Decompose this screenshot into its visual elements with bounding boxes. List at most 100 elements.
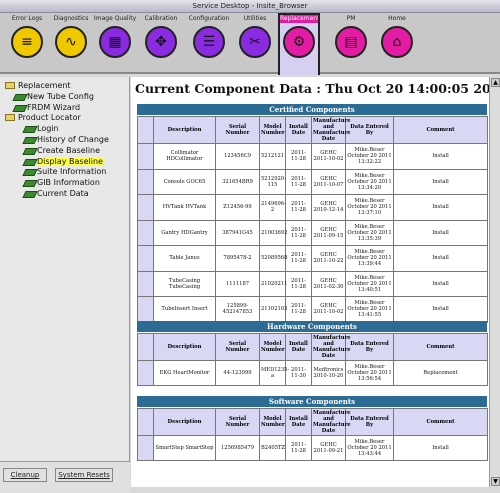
table-row[interactable]: Collimator HDCollimator 123456C9 5212121 20… <box>137 143 488 170</box>
column-header: Comment <box>393 408 488 436</box>
toolbar: Error Logs ≡ Diagnostics ∿ Image Quality ▦ Cal… <box>0 13 500 75</box>
table-cell: Table Janus <box>153 245 216 272</box>
tab-image-quality[interactable]: Image Quality ▦ <box>94 15 136 71</box>
row-spacer <box>137 435 154 461</box>
table-cell: Console GOC65 <box>153 168 216 195</box>
sidebar-item-label: History of Change <box>37 135 109 144</box>
sidebar-item-create-baseline[interactable]: Create Baseline <box>24 146 100 155</box>
table-row[interactable]: Gantry HDGantry 387941G45 21003692 2011-11-… <box>137 219 488 246</box>
table-row[interactable]: Table Janus 7895478-2 52089568 2011-11-28 GE… <box>137 245 488 272</box>
table-row[interactable]: SmartStep SmartStep 1256985479 B2405TZ 2011… <box>137 435 488 461</box>
table-cell: Mike.Beser October 20 2011 13:34:20 <box>345 168 394 195</box>
tab-diagnostics[interactable]: Diagnostics ∿ <box>50 15 92 71</box>
sidebar-item-gib-information[interactable]: GIB Information <box>24 178 100 187</box>
software-table: Description Serial Number Model Number Inst… <box>137 408 488 461</box>
sidebar-item-label: Suite Information <box>37 167 107 177</box>
tab-calibration[interactable]: Calibration ✥ <box>140 15 182 71</box>
scroll-down-icon[interactable]: ▼ <box>491 477 500 486</box>
sidebar-item-login[interactable]: Login <box>24 124 59 133</box>
tab-configuration[interactable]: Configuration ☰ <box>188 15 230 71</box>
sidebar-item-label: New Tube Config <box>27 91 94 101</box>
folder-icon <box>5 114 15 122</box>
table-cell: 21003692 <box>259 219 287 246</box>
certified-table: Description Serial Number Model Number Inst… <box>137 116 488 323</box>
table-cell: GEHC 2011-10-02 <box>311 143 346 170</box>
column-header: Description <box>153 333 216 361</box>
tab-label: Calibration <box>144 15 178 22</box>
column-header: Description <box>153 408 216 436</box>
table-cell: 52089568 <box>259 245 287 272</box>
table-cell: GEHC 2011-10-02 <box>311 296 346 323</box>
table-cell: 21020211 <box>259 270 287 297</box>
table-cell: GEHC 2011-10-22 <box>311 245 346 272</box>
table-row[interactable]: HVTank HVTank Z12456-99 2149696-2 2011-11-2… <box>137 194 488 221</box>
sidebar-item-current-data[interactable]: Current Data <box>24 189 89 198</box>
tab-pm[interactable]: PM ▤ <box>330 15 372 71</box>
table-row[interactable]: TubeInsert Insert 125899-452147853 2110210… <box>137 296 488 323</box>
tab-label: Diagnostics <box>53 15 89 22</box>
table-cell: Install <box>393 296 488 323</box>
table-header-row: Description Serial Number Model Number Inst… <box>137 116 488 144</box>
leaf-icon <box>24 168 34 175</box>
column-header: Install Date <box>285 333 312 361</box>
table-cell: Medtronics 2010-10-20 <box>311 360 346 386</box>
sidebar-item-frdm-wizard[interactable]: FRDM Wizard <box>14 103 80 112</box>
software-section-title: Software Components <box>137 396 487 407</box>
tab-label: Error Logs <box>11 15 43 22</box>
table-cell: SmartStep SmartStep <box>153 435 216 461</box>
column-header: Manufacture and Manufacture Date <box>311 116 351 144</box>
image-quality-icon: ▦ <box>99 26 131 58</box>
leaf-icon <box>14 104 24 111</box>
sidebar-item-suite-information[interactable]: Suite Information <box>24 167 106 176</box>
system-resets-button[interactable]: System Resets <box>55 468 113 482</box>
row-spacer <box>137 360 154 386</box>
table-row[interactable]: TubeCasing TubeCasing 1111187 21020211 2011… <box>137 270 488 297</box>
tab-utilities[interactable]: Utilities ✂ <box>234 15 276 71</box>
table-cell: Collimator HDCollimator <box>153 143 216 170</box>
row-spacer <box>137 143 154 170</box>
tab-label: Home <box>388 15 406 22</box>
table-cell: Install <box>393 270 488 297</box>
table-cell: Install <box>393 435 488 461</box>
leaf-icon <box>14 93 24 100</box>
tab-label: PM <box>346 15 356 22</box>
column-header: Description <box>153 116 216 144</box>
table-row[interactable]: Console GOC65 321654BR9 5212920-115 2011-11… <box>137 168 488 195</box>
tab-replacement[interactable]: Replacement ⚙ <box>278 13 320 75</box>
table-cell: 2011-11-28 <box>285 270 312 297</box>
table-cell: 2011-11-28 <box>285 168 312 195</box>
main-content: Current Component Data : Thu Oct 20 14:0… <box>131 77 489 487</box>
table-cell: GEHC 2011-10-07 <box>311 168 346 195</box>
table-cell: Mike.Beser October 20 2011 13:35:39 <box>345 219 394 246</box>
scroll-up-icon[interactable]: ▲ <box>491 78 500 87</box>
sidebar-item-product-locator[interactable]: Product Locator <box>5 113 81 122</box>
utilities-icon: ✂ <box>239 26 271 58</box>
window-title: Service Desktop - Insite_Browser <box>0 0 500 13</box>
vertical-scrollbar[interactable]: ▲ ▼ <box>489 77 500 487</box>
table-cell: 5212920-115 <box>259 168 286 195</box>
table-cell: 2011-11-28 <box>285 219 312 246</box>
tab-home[interactable]: Home ⌂ <box>376 15 418 71</box>
pm-icon: ▤ <box>335 26 367 58</box>
table-cell: 2011-11-28 <box>285 296 312 323</box>
sidebar-item-label: GIB Information <box>37 178 100 188</box>
cleanup-button[interactable]: Cleanup <box>3 468 47 482</box>
table-cell: GEHC 2010-12-14 <box>311 194 346 221</box>
sidebar-item-display-baseline[interactable]: Display Baseline <box>24 156 103 166</box>
sidebar-item-new-tube-config[interactable]: New Tube Config <box>14 92 94 101</box>
tab-error-logs[interactable]: Error Logs ≡ <box>6 15 48 71</box>
leaf-icon <box>24 190 34 197</box>
column-header: Manufacture and Manufacture Date <box>311 333 351 361</box>
configuration-icon: ☰ <box>193 26 225 58</box>
sidebar-item-history-of-change[interactable]: History of Change <box>24 135 109 144</box>
sidebar-tree: Replacement New Tube Config FRDM Wizard Pro… <box>0 77 130 461</box>
table-cell: Gantry HDGantry <box>153 219 216 246</box>
column-header: Comment <box>393 116 488 144</box>
leaf-icon <box>24 158 34 165</box>
sidebar-item-label: FRDM Wizard <box>27 102 81 112</box>
folder-icon <box>5 82 15 89</box>
sidebar-item-replacement[interactable]: Replacement <box>5 81 71 90</box>
table-cell: 2011-11-28 <box>285 435 312 461</box>
table-row[interactable]: EKG HeartMonitor 44-123999 MED1235-a 2011-1… <box>137 360 488 386</box>
table-cell: MED1235-a <box>259 360 289 386</box>
